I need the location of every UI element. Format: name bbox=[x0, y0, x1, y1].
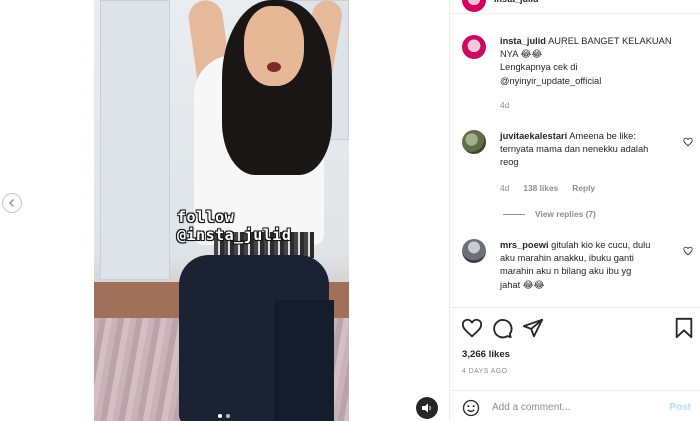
view-replies-label: View replies (7) bbox=[535, 209, 596, 219]
video-watermark: follow @insta_julid bbox=[177, 208, 292, 244]
comment-meta: 4d 138 likes Reply bbox=[500, 183, 595, 193]
comment-username[interactable]: juvitaekalestari bbox=[500, 131, 567, 141]
post-side-panel: insta_julid insta_julid AUREL BANGET KEL… bbox=[449, 0, 700, 421]
commenter-avatar[interactable] bbox=[462, 239, 486, 263]
comment-line: reog bbox=[500, 157, 519, 168]
caption-mention[interactable]: @nyinyir_update_official bbox=[500, 76, 601, 86]
likes-count[interactable]: 3,266 likes bbox=[462, 349, 510, 360]
comment-icon[interactable] bbox=[491, 317, 513, 339]
post-video[interactable]: follow @insta_julid bbox=[94, 0, 349, 421]
person-face bbox=[244, 6, 304, 86]
post-comment-button[interactable]: Post bbox=[669, 402, 691, 413]
comment-line: Ameena be like: bbox=[569, 131, 636, 141]
previous-post-button[interactable] bbox=[2, 193, 22, 213]
comment-text: juvitaekalestari Ameena be like: ternyat… bbox=[500, 130, 680, 170]
caption-line: AUREL BANGET KELAKUAN bbox=[548, 36, 672, 46]
comment-input[interactable]: Add a comment... bbox=[492, 402, 570, 413]
person-jeans-leg bbox=[274, 300, 334, 421]
author-avatar[interactable] bbox=[462, 0, 486, 12]
comment-text: mrs_poewi gitulah kio ke cucu, dulu aku … bbox=[500, 239, 680, 292]
speaker-icon bbox=[422, 403, 431, 413]
caption-age: 4d bbox=[500, 100, 510, 110]
comment-like-heart-icon[interactable] bbox=[683, 246, 693, 256]
carousel-dot bbox=[226, 414, 230, 418]
background-wardrobe bbox=[100, 0, 170, 280]
caption-avatar[interactable] bbox=[462, 35, 486, 59]
comment-line: ternyata mama dan nenekku adalah bbox=[500, 144, 649, 155]
caption-username[interactable]: insta_julid bbox=[500, 36, 546, 46]
caption-line: NYA 😂😂 bbox=[500, 49, 543, 60]
comment-age: 4d bbox=[500, 183, 510, 193]
share-icon[interactable] bbox=[522, 317, 544, 339]
audio-toggle-button[interactable] bbox=[416, 397, 438, 419]
comment-composer: Add a comment... Post bbox=[450, 390, 700, 421]
person-mouth bbox=[267, 62, 281, 72]
post-timestamp: 4 DAYS AGO bbox=[462, 368, 508, 375]
caption-meta: 4d bbox=[500, 100, 509, 110]
comment-line: gitulah kio ke cucu, dulu bbox=[551, 240, 651, 250]
comment-like-heart-icon[interactable] bbox=[683, 137, 693, 147]
post-header: insta_julid bbox=[450, 0, 700, 14]
media-gutter bbox=[349, 0, 449, 421]
view-replies-line bbox=[503, 213, 525, 215]
comment-line: aku marahin anakku, ibuku ganti bbox=[500, 253, 634, 264]
view-replies-button[interactable]: View replies (7) bbox=[503, 209, 596, 219]
comment-likes[interactable]: 138 likes bbox=[523, 183, 558, 193]
reply-button[interactable]: Reply bbox=[572, 183, 595, 193]
heart-icon[interactable] bbox=[461, 317, 483, 339]
commenter-avatar[interactable] bbox=[462, 130, 486, 154]
bookmark-icon[interactable] bbox=[673, 317, 695, 339]
carousel-dot bbox=[218, 414, 222, 418]
chevron-left-icon bbox=[9, 199, 14, 207]
comment-username[interactable]: mrs_poewi bbox=[500, 240, 549, 250]
caption-text: insta_julid AUREL BANGET KELAKUAN NYA 😂😂… bbox=[500, 35, 690, 88]
carousel-dots bbox=[218, 414, 230, 418]
author-username[interactable]: insta_julid bbox=[494, 0, 539, 4]
comment-line: marahin aku n bilang aku ibu yg bbox=[500, 266, 632, 277]
caption-line: Lengkapnya cek di bbox=[500, 62, 578, 73]
comment-line: jahat 😂😂 bbox=[500, 279, 545, 290]
smiley-icon[interactable] bbox=[462, 399, 480, 417]
post-actions: 3,266 likes 4 DAYS AGO bbox=[450, 307, 700, 387]
